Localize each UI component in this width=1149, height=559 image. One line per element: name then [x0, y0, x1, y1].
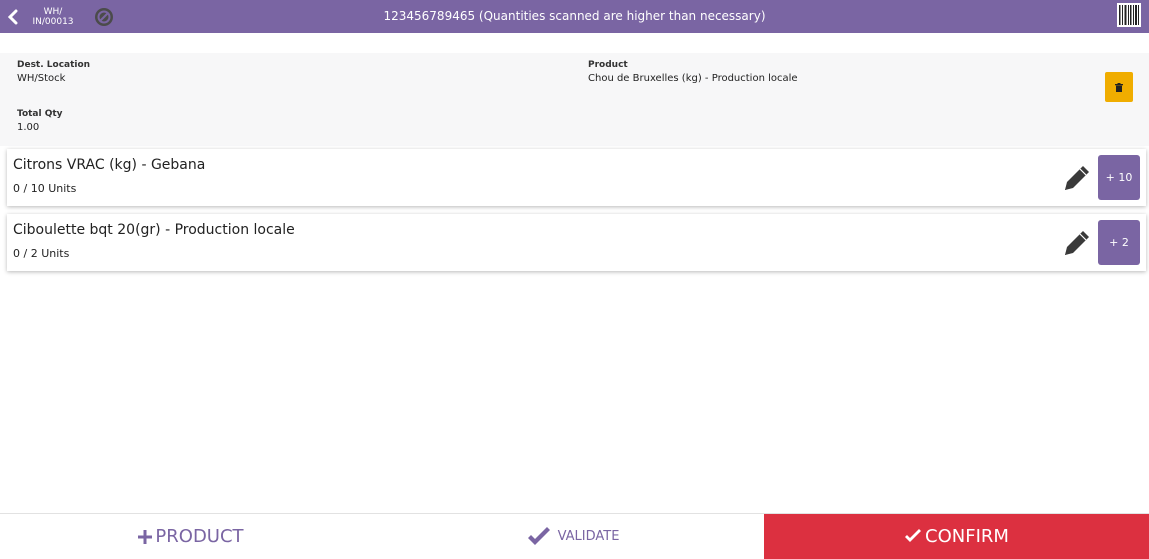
increment-quantity-button[interactable]: + 10: [1098, 155, 1140, 200]
product-line-card[interactable]: Citrons VRAC (kg) - Gebana 0 / 10 Units …: [7, 149, 1146, 206]
pencil-icon: [1065, 166, 1089, 190]
edit-line-button[interactable]: [1060, 226, 1094, 260]
cancel-button[interactable]: [94, 7, 114, 27]
validate-label: VALIDATE: [557, 529, 620, 544]
line-product-name: Ciboulette bqt 20(gr) - Production local…: [13, 222, 295, 238]
barcode-icon: [1117, 3, 1141, 27]
product-value: Chou de Bruxelles (kg) - Production loca…: [588, 73, 798, 84]
back-arrow-icon: [7, 9, 18, 24]
edit-line-button[interactable]: [1060, 161, 1094, 195]
trash-icon: [1115, 82, 1123, 92]
confirm-button[interactable]: CONFIRM: [764, 514, 1149, 559]
dest-location-value: WH/Stock: [17, 73, 66, 84]
bottom-action-bar: PRODUCT VALIDATE CONFIRM: [0, 513, 1149, 559]
doc-ref-line1: WH/: [43, 6, 63, 17]
increment-quantity-button[interactable]: + 2: [1098, 220, 1140, 265]
dest-location-label: Dest. Location: [17, 60, 91, 70]
delete-line-button[interactable]: [1105, 72, 1133, 102]
total-qty-value: 1.00: [17, 122, 40, 133]
move-line-info-panel: Dest. Location WH/Stock Product Chou de …: [0, 53, 1149, 146]
page-title: 123456789465 (Quantities scanned are hig…: [383, 9, 766, 23]
doc-ref-line2: IN/00013: [32, 16, 74, 27]
document-reference: WH/ IN/00013: [30, 7, 76, 27]
check-icon: [905, 529, 922, 542]
top-bar: WH/ IN/00013 123456789465 (Quantities sc…: [0, 0, 1149, 33]
barcode-scan-button[interactable]: [1117, 3, 1141, 27]
product-line-card[interactable]: Ciboulette bqt 20(gr) - Production local…: [7, 214, 1146, 271]
product-label: Product: [588, 60, 628, 70]
cancel-icon: [95, 7, 113, 26]
pencil-icon: [1065, 231, 1089, 255]
line-quantity: 0 / 10 Units: [13, 182, 77, 195]
line-product-name: Citrons VRAC (kg) - Gebana: [13, 157, 206, 173]
confirm-label: CONFIRM: [925, 526, 1009, 547]
line-quantity: 0 / 2 Units: [13, 247, 70, 260]
back-button[interactable]: [0, 0, 26, 33]
add-product-label: PRODUCT: [155, 526, 244, 547]
check-icon: [527, 526, 550, 545]
plus-icon: [138, 529, 153, 544]
add-product-button[interactable]: PRODUCT: [0, 514, 382, 559]
total-qty-label: Total Qty: [17, 109, 63, 119]
validate-button[interactable]: VALIDATE: [382, 514, 764, 559]
